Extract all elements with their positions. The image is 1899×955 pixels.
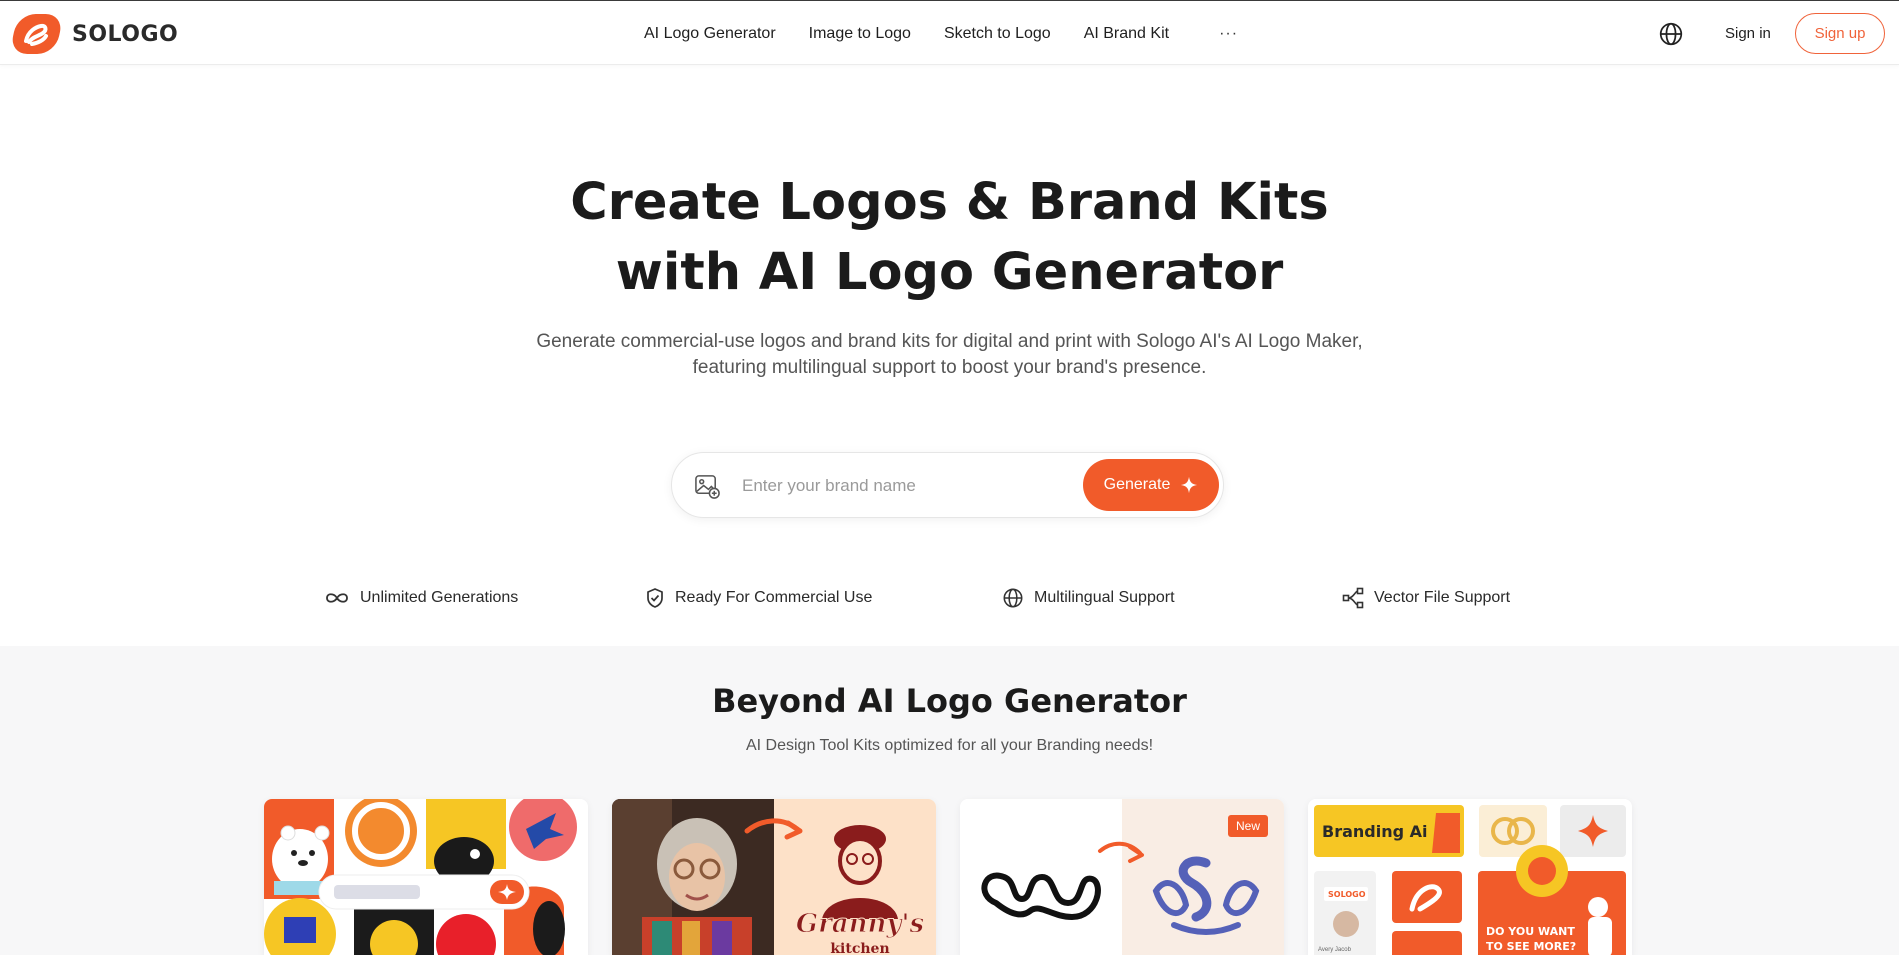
globe-icon — [1003, 588, 1023, 608]
top-nav-bar: SOLOGO AI Logo Generator Image to Logo S… — [0, 0, 1899, 65]
ai-brand-kit-card[interactable]: Branding Ai SOLOGO Avery Jacob DO YOU WA… — [1308, 799, 1632, 955]
sign-up-button[interactable]: Sign up — [1795, 13, 1885, 54]
granny-logo-text: Granny's — [796, 909, 925, 939]
generate-button[interactable]: Generate — [1083, 459, 1219, 511]
logo-collage-image — [264, 799, 588, 955]
nav-sketch-to-logo[interactable]: Sketch to Logo — [944, 25, 1051, 43]
generate-button-label: Generate — [1103, 476, 1171, 493]
ai-logo-generator-card[interactable] — [264, 799, 588, 955]
hero-title-line-2: with AI Logo Generator — [615, 243, 1284, 302]
hero-subtitle-line-2: featuring multilingual support to boost … — [692, 357, 1207, 378]
hero-title: Create Logos & Brand Kits with AI Logo G… — [0, 168, 1899, 308]
feature-multilingual: Multilingual Support — [1002, 585, 1175, 611]
feature-unlimited-generations: Unlimited Generations — [324, 585, 518, 611]
avatar-caption: Avery Jacob — [1318, 947, 1352, 953]
language-globe-icon[interactable] — [1658, 21, 1684, 47]
beyond-subtitle: AI Design Tool Kits optimized for all yo… — [745, 737, 1154, 754]
main-nav: AI Logo Generator Image to Logo Sketch t… — [644, 21, 1238, 47]
kitchen-logo-text: kitchen — [830, 941, 889, 955]
new-badge: New — [1227, 815, 1268, 837]
hero-subtitle-line-1: Generate commercial-use logos and brand … — [536, 331, 1363, 352]
brand-name: SOLOGO — [72, 21, 179, 47]
sketch-to-logo-card[interactable]: New — [960, 799, 1284, 955]
nav-image-to-logo[interactable]: Image to Logo — [809, 25, 911, 43]
feature-label: Vector File Support — [1374, 589, 1511, 606]
nav-ai-brand-kit[interactable]: AI Brand Kit — [1084, 25, 1169, 43]
image-to-logo-example: Granny's kitchen — [612, 799, 936, 955]
feature-label: Multilingual Support — [1034, 589, 1175, 606]
image-upload-icon[interactable] — [694, 473, 721, 500]
vector-nodes-icon — [1342, 587, 1364, 609]
sign-in-link[interactable]: Sign in — [1725, 25, 1771, 42]
sparkle-icon — [1181, 476, 1198, 494]
image-to-logo-card[interactable]: Granny's kitchen — [612, 799, 936, 955]
brand-logo[interactable]: SOLOGO — [10, 13, 178, 55]
sologo-mark-icon — [12, 14, 61, 54]
hero-subtitle: Generate commercial-use logos and brand … — [0, 329, 1899, 381]
promo-line-2: TO SEE MORE? — [1486, 940, 1576, 953]
feature-commercial-use: Ready For Commercial Use — [645, 585, 872, 611]
brand-name-search-bar: Generate — [671, 452, 1224, 518]
brand-name-input[interactable] — [742, 467, 1072, 505]
brand-kit-mockup: Branding Ai SOLOGO Avery Jacob DO YOU WA… — [1308, 799, 1632, 955]
infinity-icon — [326, 593, 348, 603]
beyond-title: Beyond AI Logo Generator — [712, 682, 1187, 720]
shield-check-icon — [647, 588, 663, 608]
feature-vector-support: Vector File Support — [1342, 585, 1510, 611]
beyond-section: Beyond AI Logo Generator AI Design Tool … — [0, 646, 1899, 955]
mini-sologo-text: SOLOGO — [1328, 890, 1366, 899]
promo-line-1: DO YOU WANT — [1486, 925, 1575, 938]
feature-highlights: Unlimited Generations Ready For Commerci… — [0, 585, 1899, 611]
feature-label: Ready For Commercial Use — [675, 589, 873, 606]
nav-ai-logo-generator[interactable]: AI Logo Generator — [644, 25, 776, 43]
feature-label: Unlimited Generations — [360, 589, 519, 606]
branding-ai-text: Branding Ai — [1322, 822, 1428, 841]
hero-title-line-1: Create Logos & Brand Kits — [570, 173, 1329, 232]
more-menu-icon[interactable]: ··· — [1219, 25, 1238, 43]
